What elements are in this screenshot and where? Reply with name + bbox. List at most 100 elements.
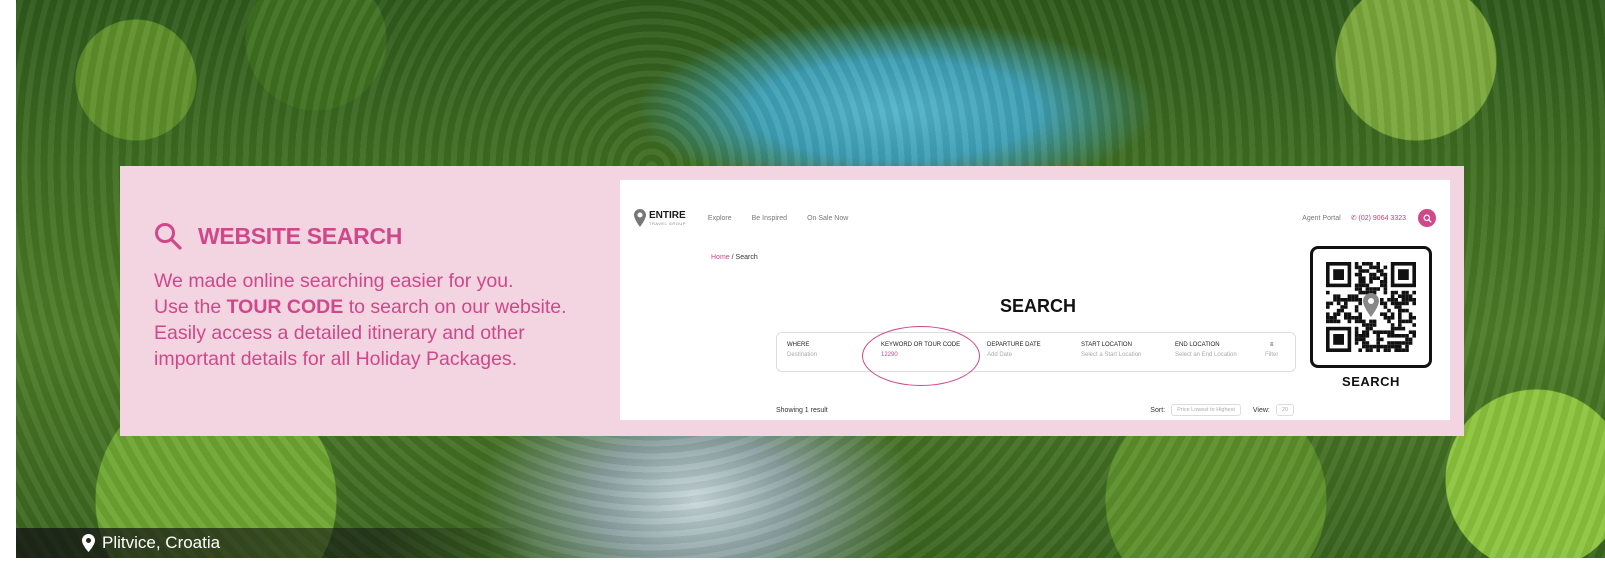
phone-text: (02) 9064 3323	[1358, 215, 1406, 222]
qr-code[interactable]	[1310, 246, 1432, 368]
qr-module	[1340, 308, 1344, 313]
location-text: Plitvice, Croatia	[102, 533, 221, 552]
qr-module	[1398, 312, 1402, 316]
qr-module	[1376, 265, 1380, 270]
search-icon	[1422, 213, 1432, 223]
where-field: WHERE Destination	[787, 342, 817, 358]
qr-module	[1354, 341, 1359, 345]
qr-module	[1369, 319, 1373, 324]
qr-module	[1398, 319, 1402, 324]
qr-module	[1412, 301, 1416, 306]
qr-module	[1365, 323, 1370, 327]
qr-module	[1369, 323, 1373, 327]
qr-module	[1380, 283, 1384, 288]
logo-pin-icon	[634, 209, 646, 227]
qr-module	[1358, 319, 1362, 324]
header-search-button	[1418, 209, 1436, 227]
field-value: Select a Start Location	[1081, 352, 1142, 358]
qr-code-graphic	[1326, 262, 1416, 352]
qr-module	[1412, 316, 1416, 320]
qr-module	[1362, 262, 1366, 266]
qr-module	[1372, 287, 1377, 291]
qr-module	[1408, 312, 1413, 316]
qr-module	[1398, 341, 1402, 345]
qr-module	[1394, 326, 1398, 331]
qr-module	[1365, 344, 1370, 349]
qr-module	[1412, 334, 1416, 338]
map-pin-icon	[82, 534, 95, 552]
qr-module	[1354, 319, 1359, 324]
qr-module	[1351, 298, 1355, 302]
qr-module	[1369, 344, 1373, 349]
qr-module	[1390, 344, 1395, 349]
qr-module	[1376, 337, 1380, 342]
qr-module	[1351, 294, 1355, 298]
site-logo: ENTIRE TRAVEL GROUP	[634, 209, 686, 227]
qr-module	[1398, 301, 1402, 306]
qr-module	[1383, 344, 1388, 349]
qr-module	[1333, 319, 1337, 324]
qr-module	[1387, 334, 1391, 338]
qr-label: SEARCH	[1342, 374, 1400, 389]
qr-module	[1336, 312, 1341, 316]
qr-module	[1372, 265, 1377, 270]
qr-module	[1354, 283, 1359, 288]
qr-module	[1380, 337, 1384, 342]
departure-date-field: DEPARTURE DATE Add Date	[987, 342, 1041, 358]
qr-module	[1340, 305, 1344, 309]
qr-module	[1398, 308, 1402, 313]
qr-module	[1344, 298, 1348, 302]
qr-module	[1354, 272, 1359, 277]
qr-finder	[1333, 269, 1344, 280]
phone-number: ✆ (02) 9064 3323	[1350, 215, 1406, 222]
qr-module	[1362, 341, 1366, 345]
qr-module	[1380, 269, 1384, 273]
qr-module	[1383, 312, 1388, 316]
qr-module	[1387, 348, 1391, 352]
qr-module	[1358, 272, 1362, 277]
qr-module	[1365, 287, 1370, 291]
qr-module	[1326, 319, 1330, 324]
promo-text-block: WEBSITE SEARCH We made online searching …	[154, 222, 614, 372]
promo-line-4: important details for all Holiday Packag…	[154, 348, 518, 370]
qr-module	[1408, 294, 1413, 298]
qr-module	[1383, 276, 1388, 280]
qr-module	[1405, 341, 1409, 345]
qr-module	[1362, 323, 1366, 327]
qr-module	[1401, 319, 1406, 324]
qr-module	[1362, 330, 1366, 334]
qr-module	[1354, 316, 1359, 320]
qr-module	[1383, 316, 1388, 320]
sort-select: Price Lowest to Highest	[1171, 404, 1241, 416]
qr-module	[1394, 334, 1398, 338]
qr-module	[1387, 298, 1391, 302]
qr-module	[1365, 341, 1370, 345]
sort-controls: Sort: Price Lowest to Highest View: 20	[1150, 404, 1294, 416]
qr-module	[1354, 334, 1359, 338]
qr-module	[1376, 262, 1380, 266]
filter-icon: ≡	[1269, 342, 1274, 348]
qr-module	[1405, 290, 1409, 295]
page-title: SEARCH	[1000, 296, 1077, 316]
breadcrumb-home: Home	[711, 254, 730, 261]
qr-module	[1369, 287, 1373, 291]
qr-module	[1376, 341, 1380, 345]
qr-module	[1387, 344, 1391, 349]
view-label: View:	[1252, 406, 1270, 414]
sort-label: Sort:	[1150, 406, 1166, 414]
field-label: START LOCATION	[1081, 342, 1132, 348]
qr-module	[1340, 298, 1344, 302]
qr-module	[1347, 312, 1352, 316]
logo-subtitle: TRAVEL GROUP	[649, 220, 686, 226]
promo-line-1: We made online searching easier for you.	[154, 270, 514, 292]
start-location-field: START LOCATION Select a Start Location	[1081, 342, 1141, 358]
promo-line-2-post: to search on our website.	[343, 296, 567, 318]
promo-line-2-pre: Use the	[154, 296, 227, 318]
qr-module	[1344, 305, 1348, 309]
qr-module	[1358, 337, 1362, 342]
field-label: END LOCATION	[1175, 342, 1220, 348]
field-label: WHERE	[787, 342, 810, 348]
promo-description: We made online searching easier for you.…	[154, 268, 614, 372]
qr-module	[1408, 337, 1413, 342]
tour-code-emphasis: TOUR CODE	[226, 296, 344, 318]
